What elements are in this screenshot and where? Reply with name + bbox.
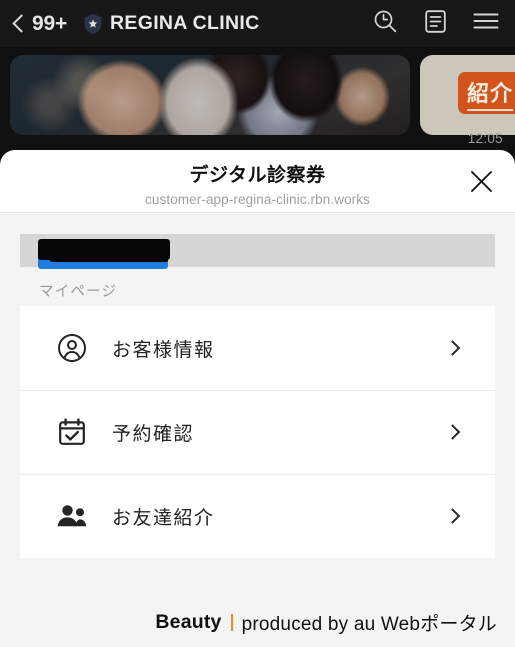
menu-item-label: お友達紹介 <box>112 507 215 529</box>
chat-account-name: REGINA CLINIC <box>110 12 260 34</box>
mypage-menu-list: お客様情報 予約確認 お友達紹介 <box>20 306 495 558</box>
footer-divider <box>230 613 233 631</box>
hamburger-menu-icon[interactable] <box>473 11 499 36</box>
chevron-left-icon <box>12 13 25 35</box>
chat-navigation-bar: 99+ REGINA CLINIC <box>0 0 515 47</box>
menu-item-label: 予約確認 <box>112 423 195 445</box>
modal-header: デジタル診察券 customer-app-regina-clinic.rbn.w… <box>0 150 515 213</box>
chevron-right-icon <box>444 424 461 440</box>
chat-message-area: 紹介 12:05 <box>0 47 515 150</box>
member-id-bar <box>20 234 495 269</box>
page-title: デジタル診察券 <box>189 164 326 186</box>
verified-shield-icon <box>83 13 103 35</box>
menu-item-reservation-check[interactable]: 予約確認 <box>20 390 495 474</box>
back-button[interactable]: 99+ <box>12 12 67 36</box>
webview-content: マイページ お客様情報 予約確認 お友達紹介 Beauty produced b… <box>0 214 515 647</box>
menu-item-label: お客様情報 <box>112 339 215 361</box>
footer-brand: Beauty <box>155 610 222 633</box>
unread-count-label: 99+ <box>32 11 68 35</box>
chat-nav-actions <box>373 9 503 39</box>
chevron-right-icon <box>444 508 461 524</box>
message-timestamp: 12:05 <box>467 131 503 146</box>
photo-overlay <box>10 55 410 135</box>
search-clock-icon[interactable] <box>373 9 398 39</box>
close-x-icon[interactable] <box>464 164 498 198</box>
promo-image-message[interactable] <box>10 55 410 135</box>
in-app-browser-modal: デジタル診察券 customer-app-regina-clinic.rbn.w… <box>0 150 515 647</box>
page-url: customer-app-regina-clinic.rbn.works <box>145 191 370 207</box>
chevron-right-icon <box>444 340 461 356</box>
section-label-mypage: マイページ <box>39 284 118 300</box>
referral-button-label: 紹介 <box>467 76 514 111</box>
menu-item-customer-info[interactable]: お客様情報 <box>20 306 495 390</box>
referral-card-message[interactable]: 紹介 <box>420 55 515 135</box>
notes-document-icon[interactable] <box>424 9 447 39</box>
page-footer: Beauty produced by au Webポータル <box>0 597 515 647</box>
menu-item-friend-referral[interactable]: お友達紹介 <box>20 474 495 558</box>
footer-produced-by: produced by au Webポータル <box>241 613 497 635</box>
person-circle-icon <box>55 333 89 363</box>
calendar-check-icon <box>55 417 89 447</box>
redaction-mark-black-2 <box>50 248 168 262</box>
people-group-icon <box>55 503 89 529</box>
referral-button[interactable]: 紹介 <box>458 72 515 114</box>
